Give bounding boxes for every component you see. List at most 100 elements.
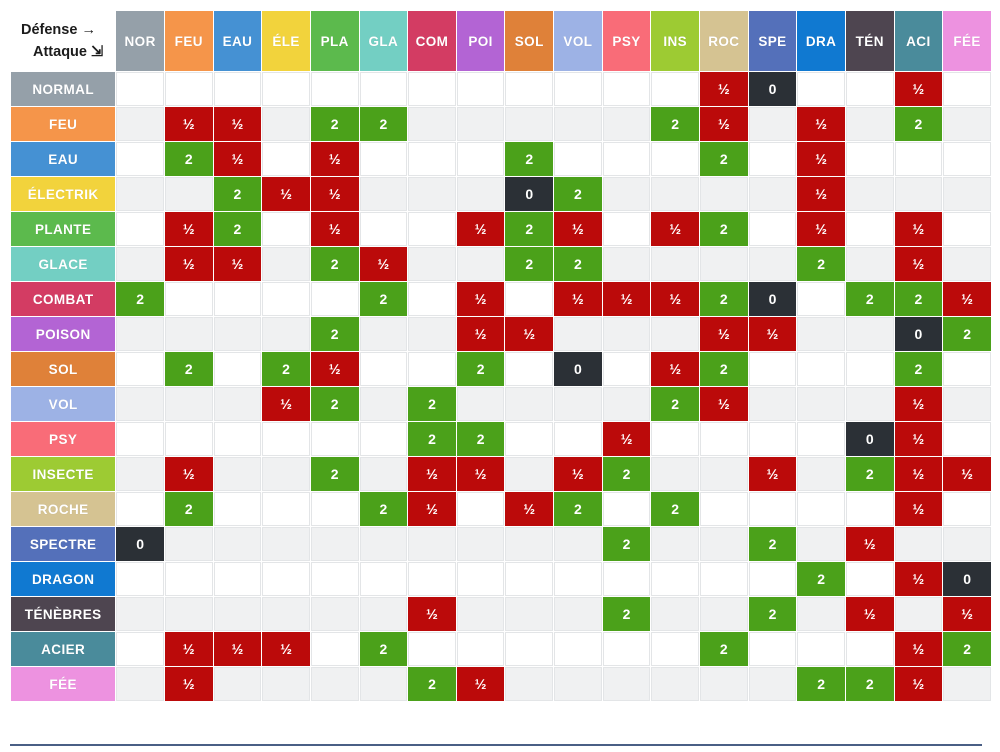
effectiveness-cell-glace-aci: ½: [894, 247, 943, 281]
effectiveness-cell-poison-com: [408, 317, 456, 351]
effectiveness-cell-dragon-fée: 0: [943, 562, 991, 596]
row-header-eau: EAU: [11, 142, 116, 176]
effectiveness-cell-ténèbres-feu: [164, 597, 213, 631]
effectiveness-cell-eau-tén: [845, 142, 894, 176]
effectiveness-cell-feu-roc: ½: [700, 107, 748, 141]
effectiveness-cell-poison-vol: [554, 317, 602, 351]
effectiveness-cell-vol-nor: [116, 387, 164, 421]
effectiveness-cell-plante-spe: [748, 212, 797, 246]
effectiveness-cell-feu-gla: 2: [359, 107, 408, 141]
effectiveness-cell-sol-dra: [797, 352, 845, 386]
effectiveness-cell-poison-roc: ½: [700, 317, 748, 351]
row-header-dragon: DRAGON: [11, 562, 116, 596]
effectiveness-cell-eau-sol: 2: [505, 142, 554, 176]
effectiveness-cell-spectre-ins: [651, 527, 699, 561]
effectiveness-cell-psy-éle: [262, 422, 310, 456]
effectiveness-cell-combat-pla: [310, 282, 359, 316]
column-header-fée: FÉE: [943, 11, 991, 71]
row-header-spectre: SPECTRE: [11, 527, 116, 561]
effectiveness-cell-poison-sol: ½: [505, 317, 554, 351]
effectiveness-cell-poison-feu: [164, 317, 213, 351]
effectiveness-cell-roche-vol: 2: [554, 492, 602, 526]
effectiveness-cell-eau-éle: [262, 142, 310, 176]
effectiveness-cell-sol-roc: 2: [700, 352, 748, 386]
table-row: FÉE ½ 2 ½ 2 2 ½: [11, 667, 991, 701]
table-body: NORMAL ½ 0 ½ FEU ½ ½ 2 2 2 ½ ½ 2 EAU 2 ½ ½ 2 2 ½ ÉLECTRIK 2 ½ ½…: [11, 72, 991, 701]
effectiveness-cell-sol-éle: 2: [262, 352, 310, 386]
attack-axis-label: Attaque ⇲: [33, 44, 104, 60]
effectiveness-cell-dragon-eau: [213, 562, 262, 596]
effectiveness-cell-sol-ins: ½: [651, 352, 699, 386]
effectiveness-cell-feu-fée: [943, 107, 991, 141]
effectiveness-cell-normal-vol: [554, 72, 602, 106]
effectiveness-cell-insecte-ins: [651, 457, 699, 491]
pokemon-type-effectiveness-table: Défense → Attaque ⇲ NOR FEU EAU ÉLE PLA GLA CO…: [10, 10, 992, 702]
effectiveness-cell-fée-dra: 2: [797, 667, 845, 701]
effectiveness-cell-ténèbres-roc: [700, 597, 748, 631]
effectiveness-cell-normal-éle: [262, 72, 310, 106]
effectiveness-cell-glace-roc: [700, 247, 748, 281]
effectiveness-cell-plante-gla: [359, 212, 408, 246]
effectiveness-cell-combat-fée: ½: [943, 282, 991, 316]
effectiveness-cell-eau-aci: [894, 142, 943, 176]
effectiveness-cell-feu-poi: [456, 107, 505, 141]
column-header-vol: VOL: [554, 11, 602, 71]
effectiveness-cell-électrik-spe: [748, 177, 797, 211]
effectiveness-cell-ténèbres-tén: ½: [845, 597, 894, 631]
effectiveness-cell-électrik-aci: [894, 177, 943, 211]
column-header-ins: INS: [651, 11, 699, 71]
effectiveness-cell-poison-dra: [797, 317, 845, 351]
row-header-insecte: INSECTE: [11, 457, 116, 491]
effectiveness-cell-insecte-poi: ½: [456, 457, 505, 491]
effectiveness-cell-insecte-vol: ½: [554, 457, 602, 491]
effectiveness-cell-sol-spe: [748, 352, 797, 386]
effectiveness-cell-fée-aci: ½: [894, 667, 943, 701]
effectiveness-cell-fée-ins: [651, 667, 699, 701]
effectiveness-cell-poison-ins: [651, 317, 699, 351]
effectiveness-cell-ténèbres-ins: [651, 597, 699, 631]
effectiveness-cell-normal-feu: [164, 72, 213, 106]
effectiveness-cell-électrik-vol: 2: [554, 177, 602, 211]
table-row: SOL 2 2 ½ 2 0 ½ 2 2: [11, 352, 991, 386]
effectiveness-cell-spectre-com: [408, 527, 456, 561]
effectiveness-cell-vol-pla: 2: [310, 387, 359, 421]
row-header-vol: VOL: [11, 387, 116, 421]
effectiveness-cell-psy-spe: [748, 422, 797, 456]
effectiveness-cell-combat-roc: 2: [700, 282, 748, 316]
defense-axis-label: Défense →: [21, 21, 96, 38]
effectiveness-cell-poison-nor: [116, 317, 164, 351]
effectiveness-cell-dragon-éle: [262, 562, 310, 596]
effectiveness-cell-ténèbres-gla: [359, 597, 408, 631]
effectiveness-cell-insecte-roc: [700, 457, 748, 491]
column-header-gla: GLA: [359, 11, 408, 71]
effectiveness-cell-dragon-nor: [116, 562, 164, 596]
effectiveness-cell-dragon-roc: [700, 562, 748, 596]
effectiveness-cell-plante-feu: ½: [164, 212, 213, 246]
effectiveness-cell-acier-spe: [748, 632, 797, 666]
effectiveness-cell-roche-sol: ½: [505, 492, 554, 526]
effectiveness-cell-dragon-dra: 2: [797, 562, 845, 596]
effectiveness-cell-plante-psy: [602, 212, 651, 246]
effectiveness-cell-électrik-ins: [651, 177, 699, 211]
effectiveness-cell-feu-com: [408, 107, 456, 141]
effectiveness-cell-vol-dra: [797, 387, 845, 421]
row-header-plante: PLANTE: [11, 212, 116, 246]
effectiveness-cell-psy-eau: [213, 422, 262, 456]
effectiveness-cell-électrik-psy: [602, 177, 651, 211]
effectiveness-cell-combat-nor: 2: [116, 282, 164, 316]
effectiveness-cell-normal-gla: [359, 72, 408, 106]
effectiveness-cell-feu-spe: [748, 107, 797, 141]
column-header-dra: DRA: [797, 11, 845, 71]
effectiveness-cell-spectre-psy: 2: [602, 527, 651, 561]
effectiveness-cell-normal-pla: [310, 72, 359, 106]
row-header-sol: SOL: [11, 352, 116, 386]
effectiveness-cell-électrik-dra: ½: [797, 177, 845, 211]
table-row: ACIER ½ ½ ½ 2 2 ½ 2: [11, 632, 991, 666]
effectiveness-cell-glace-tén: [845, 247, 894, 281]
effectiveness-cell-ténèbres-vol: [554, 597, 602, 631]
effectiveness-cell-spectre-roc: [700, 527, 748, 561]
effectiveness-cell-acier-pla: [310, 632, 359, 666]
effectiveness-cell-spectre-aci: [894, 527, 943, 561]
effectiveness-cell-glace-spe: [748, 247, 797, 281]
effectiveness-cell-fée-vol: [554, 667, 602, 701]
